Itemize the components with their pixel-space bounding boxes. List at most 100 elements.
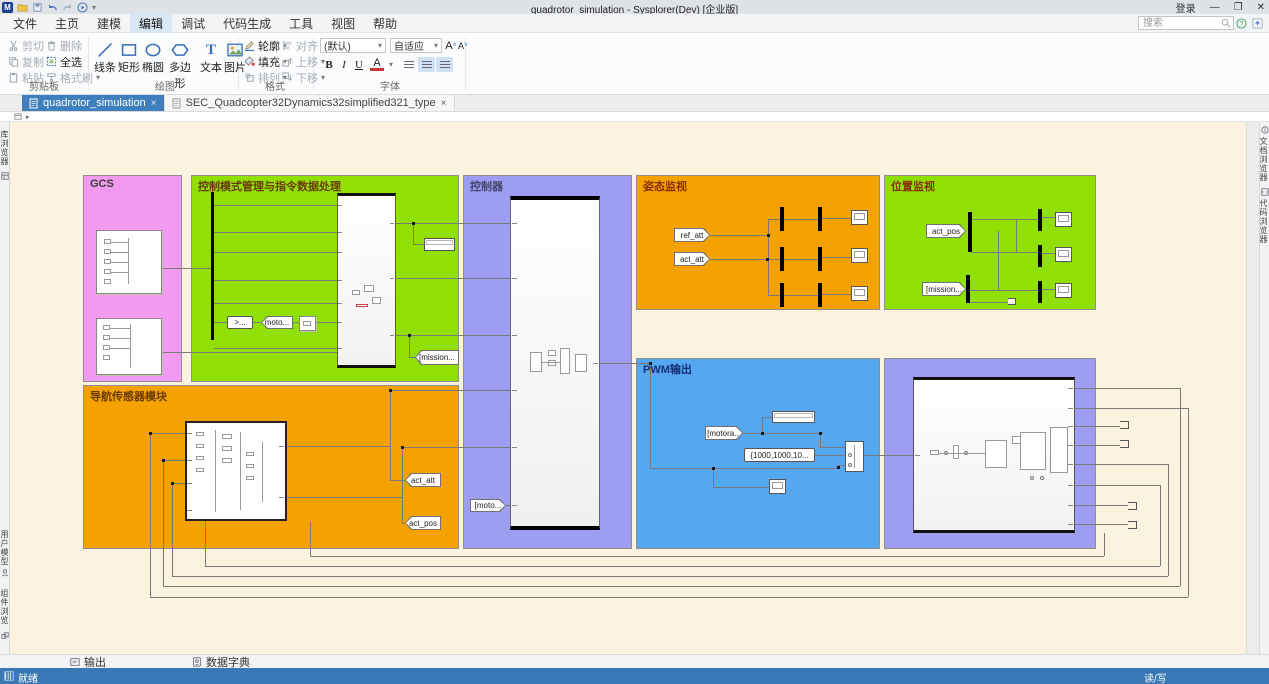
draw-ellipse-button[interactable]: 椭圆 bbox=[140, 41, 166, 75]
draw-line-button[interactable]: 线条 bbox=[92, 41, 118, 75]
menu-home[interactable]: 主页 bbox=[46, 13, 88, 34]
italic-button[interactable]: I bbox=[337, 57, 351, 72]
bold-button[interactable]: B bbox=[322, 57, 336, 72]
help-icon[interactable]: ? bbox=[1236, 18, 1247, 29]
sketch-mark bbox=[103, 345, 110, 350]
close-button[interactable]: ✕ bbox=[1257, 2, 1265, 13]
diagram-canvas[interactable]: 库浏览器 用户模型 组件浏览器 文档浏览器 代码浏览器 GCS 控制模式管理与指… bbox=[0, 122, 1269, 654]
scope-block[interactable] bbox=[851, 286, 868, 301]
wire bbox=[972, 252, 1038, 253]
menu-codegen[interactable]: 代码生成 bbox=[214, 13, 280, 34]
tab-close-icon[interactable]: × bbox=[151, 98, 157, 109]
align-right-button[interactable] bbox=[436, 57, 453, 72]
library-browser-icon[interactable] bbox=[1, 172, 9, 180]
font-color-caret[interactable]: ▾ bbox=[384, 57, 398, 72]
copy-button[interactable]: 复制 bbox=[8, 55, 44, 68]
terminator-block[interactable] bbox=[1128, 521, 1137, 529]
move-up-button[interactable]: 上移▾ bbox=[282, 55, 325, 68]
menu-tools[interactable]: 工具 bbox=[280, 13, 322, 34]
scope-block[interactable] bbox=[851, 210, 868, 225]
wire bbox=[1075, 426, 1120, 427]
terminator-block[interactable] bbox=[1008, 298, 1016, 305]
sidebar-tab-component-browser[interactable]: 组件浏览器 bbox=[0, 585, 10, 629]
ribbon-collapse-icon[interactable] bbox=[1252, 18, 1263, 29]
cut-button[interactable]: 剪切 bbox=[8, 39, 44, 52]
menu-modeling[interactable]: 建模 bbox=[88, 13, 130, 34]
port-mark bbox=[1068, 445, 1073, 446]
tab-close-icon[interactable]: × bbox=[441, 98, 447, 109]
terminator-block[interactable] bbox=[1120, 421, 1129, 429]
scope-block[interactable] bbox=[851, 248, 868, 263]
sidebar-tab-user-models[interactable]: 用户模型 bbox=[0, 530, 10, 566]
info-icon bbox=[1261, 126, 1269, 134]
bus-bar bbox=[818, 207, 822, 231]
wire bbox=[1168, 464, 1169, 576]
region-attitude-monitor[interactable]: 姿态监视 bbox=[636, 175, 880, 310]
font-shrink-button[interactable]: A˅ bbox=[456, 38, 470, 53]
sidebar-tab-code-browser[interactable]: 代码浏览器 bbox=[1259, 198, 1269, 244]
from-tag-moto[interactable]: [moto... bbox=[470, 499, 506, 512]
fill-button[interactable]: 填充▾ bbox=[244, 55, 287, 68]
from-tag-act-pos[interactable]: act_pos bbox=[926, 224, 966, 238]
terminator-block[interactable] bbox=[1120, 440, 1129, 448]
tab-output[interactable]: 输出 bbox=[70, 655, 106, 669]
bus-bar bbox=[211, 192, 214, 340]
login-button[interactable]: 登录 bbox=[1176, 0, 1196, 15]
menu-view[interactable]: 视图 bbox=[322, 13, 364, 34]
outline-button[interactable]: 轮廓▾ bbox=[244, 39, 287, 52]
menu-file[interactable]: 文件 bbox=[4, 13, 46, 34]
relational-block[interactable]: >... bbox=[227, 316, 253, 329]
tab-data-dictionary[interactable]: 数据字典 bbox=[192, 655, 250, 669]
component-browser-icon[interactable] bbox=[1, 632, 9, 640]
minimize-button[interactable]: — bbox=[1210, 2, 1220, 13]
goto-tag-mission[interactable]: [mission... bbox=[415, 350, 459, 365]
sidebar-tab-document-browser[interactable]: 文档浏览器 bbox=[1259, 136, 1269, 182]
wire bbox=[1180, 388, 1181, 586]
tab-sec-quadcopter-type[interactable]: SEC_Quadcopter32Dynamics32simplified321_… bbox=[165, 95, 455, 111]
align-button[interactable]: 对齐▾ bbox=[282, 39, 325, 52]
from-tag-motora[interactable]: [motora... bbox=[705, 426, 743, 440]
restore-button[interactable]: ❐ bbox=[1234, 2, 1243, 13]
search-input[interactable] bbox=[1138, 16, 1234, 30]
user-models-icon[interactable] bbox=[1, 569, 9, 577]
wire bbox=[214, 252, 337, 253]
from-tag-mission[interactable]: [mission... bbox=[922, 282, 966, 296]
model-root-icon[interactable] bbox=[14, 113, 22, 120]
constant-block[interactable]: {1000,1000,10... bbox=[744, 448, 815, 462]
delete-button[interactable]: 删除 bbox=[46, 39, 82, 52]
wire bbox=[710, 259, 818, 260]
font-color-button[interactable]: A bbox=[370, 57, 384, 71]
scope-block[interactable] bbox=[1055, 212, 1072, 227]
draw-text-button[interactable]: T文本 bbox=[198, 41, 224, 75]
goto-tag-act-att[interactable]: act_att bbox=[405, 473, 441, 487]
sketch-mark bbox=[542, 362, 560, 363]
menu-debug[interactable]: 调试 bbox=[172, 13, 214, 34]
align-center-button[interactable] bbox=[418, 57, 435, 72]
scope-block[interactable] bbox=[1055, 283, 1072, 298]
code-browser-icon[interactable] bbox=[1261, 188, 1269, 196]
sidebar-tab-library-browser[interactable]: 库浏览器 bbox=[0, 128, 10, 168]
align-left-button[interactable] bbox=[400, 57, 417, 72]
rectangle-icon bbox=[120, 41, 138, 59]
goto-tag-moto[interactable]: moto... bbox=[261, 316, 293, 329]
from-tag-ref-att[interactable]: ref_att bbox=[674, 228, 710, 242]
display-block[interactable] bbox=[772, 411, 815, 423]
goto-tag-act-pos[interactable]: act_pos bbox=[405, 516, 441, 530]
menu-edit[interactable]: 编辑 bbox=[130, 13, 172, 34]
scope-block[interactable] bbox=[769, 479, 786, 494]
wire bbox=[762, 417, 763, 433]
terminator-block[interactable] bbox=[1128, 502, 1137, 510]
display-block[interactable] bbox=[424, 238, 455, 251]
font-size-select[interactable]: 自适应▾ bbox=[390, 38, 442, 53]
layout-grid-icon[interactable] bbox=[4, 671, 14, 681]
menu-help[interactable]: 帮助 bbox=[364, 13, 406, 34]
from-tag-act-att[interactable]: act_att bbox=[674, 252, 710, 266]
select-all-button[interactable]: 全选 bbox=[46, 55, 82, 68]
underline-button[interactable]: U bbox=[352, 57, 366, 72]
mode-manager-block[interactable] bbox=[337, 193, 396, 368]
tab-quadrotor-simulation[interactable]: quadrotor_simulation× bbox=[22, 95, 165, 111]
font-family-select[interactable]: (默认)▾ bbox=[320, 38, 386, 53]
draw-rect-button[interactable]: 矩形 bbox=[116, 41, 142, 75]
status-bar: 就绪 读/写 bbox=[0, 668, 1269, 684]
scope-block[interactable] bbox=[1055, 247, 1072, 262]
